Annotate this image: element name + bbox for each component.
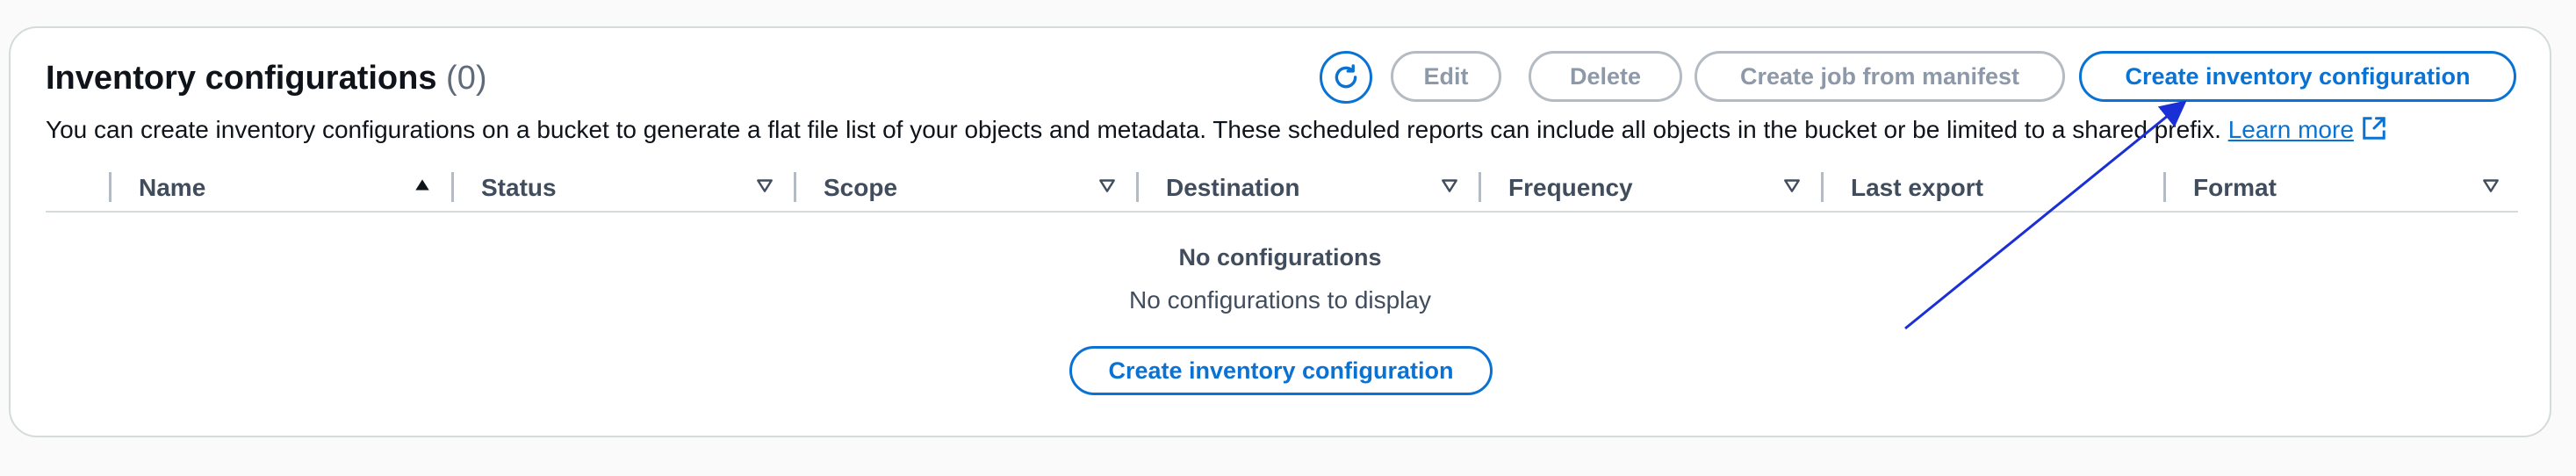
sort-icon (1442, 179, 1457, 192)
title-count: (0) (446, 60, 487, 97)
empty-state-message: No configurations to display (1129, 286, 1431, 314)
sort-icon (1784, 179, 1800, 192)
sort-icon (757, 179, 773, 192)
description-text: You can create inventory configurations … (46, 116, 2221, 143)
create-inventory-configuration-button[interactable]: Create inventory configuration (2079, 51, 2516, 102)
column-header-name[interactable]: Name (109, 165, 450, 211)
column-header-status[interactable]: Status (451, 165, 792, 211)
column-header-last-export: Last export (1821, 165, 2162, 211)
column-header-frequency[interactable]: Frequency (1479, 165, 1819, 211)
column-header-destination[interactable]: Destination (1136, 165, 1477, 211)
page-title: Inventory configurations (0) (46, 58, 487, 98)
table-header: Name Status Scope Destination Frequency … (46, 165, 2518, 213)
description: You can create inventory configurations … (46, 114, 2387, 146)
sort-icon (1099, 179, 1115, 192)
learn-more-link[interactable]: Learn more (2228, 116, 2354, 143)
delete-button[interactable]: Delete (1529, 51, 1682, 102)
edit-button[interactable]: Edit (1391, 51, 1501, 102)
create-job-from-manifest-button[interactable]: Create job from manifest (1695, 51, 2065, 102)
column-header-format[interactable]: Format (2163, 165, 2518, 211)
empty-state-title: No configurations (1178, 244, 1382, 270)
title-text: Inventory configurations (46, 60, 437, 97)
column-header-scope[interactable]: Scope (794, 165, 1134, 211)
refresh-icon (1335, 64, 1357, 89)
sort-icon (2483, 179, 2499, 192)
refresh-button[interactable] (1320, 51, 1372, 104)
empty-state-create-button[interactable]: Create inventory configuration (1069, 346, 1493, 395)
external-link-icon (2363, 117, 2385, 140)
sort-ascending-icon (415, 179, 429, 191)
